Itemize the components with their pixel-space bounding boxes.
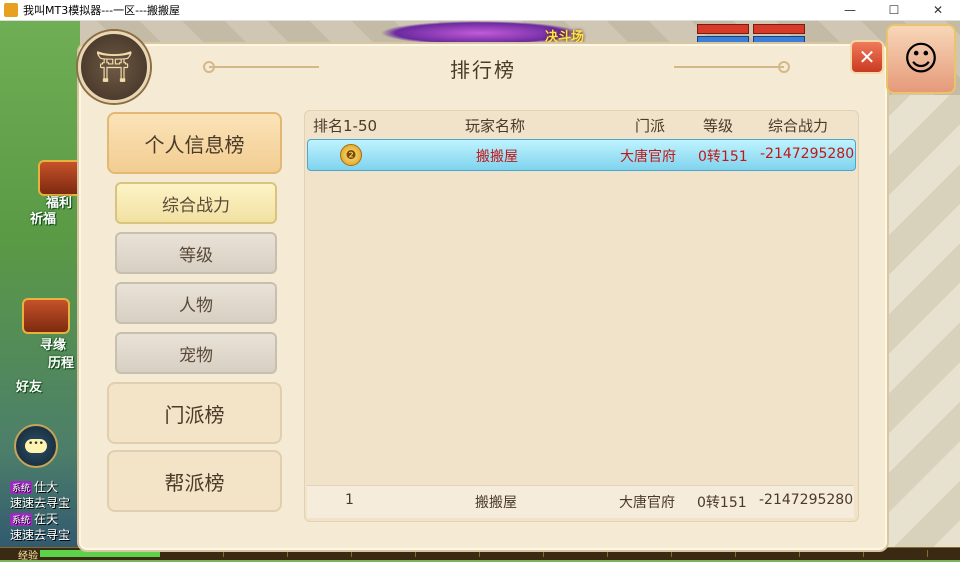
row-player-name: 搬搬屋 [476, 149, 518, 165]
fate-label: 寻缘 [40, 338, 67, 353]
panel-close-button[interactable]: ✕ [850, 40, 884, 74]
tab-guild-ranking[interactable]: 帮派榜 [107, 450, 282, 512]
header-player-name: 玩家名称 [465, 117, 526, 135]
gold-medal-icon: ❷ [340, 144, 362, 166]
system-message-2: 速速去寻宝 [10, 496, 71, 510]
chat-button[interactable]: ••• [14, 424, 58, 468]
system-message-4: 速速去寻宝 [10, 528, 71, 542]
window-close-button[interactable]: ✕ [916, 0, 960, 20]
self-combat-power: -2147295280 [759, 492, 854, 508]
minimize-button[interactable]: — [828, 0, 872, 20]
subtab-combat-power[interactable]: 综合战力 [115, 182, 277, 224]
panel-title: 排行榜 [450, 58, 516, 82]
chat-icon: ••• [25, 439, 47, 453]
table-row[interactable]: ❷ 搬搬屋 大唐官府 0转151 -2147295280 [307, 139, 856, 171]
subtab-pet[interactable]: 宠物 [115, 332, 277, 374]
header-rank: 排名1-50 [313, 117, 378, 135]
window-controls: — ☐ ✕ [828, 0, 960, 20]
ranking-table: 排名1-50 玩家名称 门派 等级 综合战力 ❷ 搬搬屋 大唐官府 0转151 … [304, 110, 859, 522]
hp-bar [697, 24, 749, 34]
friends-label[interactable]: 好友 [16, 376, 42, 395]
maximize-button[interactable]: ☐ [872, 0, 916, 20]
fate-chest-icon[interactable] [22, 298, 70, 334]
window-title: 我叫MT3模拟器---一区---搬搬屋 [23, 4, 181, 17]
subtab-level[interactable]: 等级 [115, 232, 277, 274]
history-label: 历程 [48, 356, 75, 371]
self-rank: 1 [345, 492, 354, 508]
self-player-name: 搬搬屋 [475, 495, 517, 511]
row-sect: 大唐官府 [620, 149, 676, 165]
pet-hp-bar [753, 24, 805, 34]
system-message-3: 系统 在天 [10, 512, 59, 526]
title-ornament-right [674, 61, 790, 73]
row-level: 0转151 [698, 149, 748, 165]
header-combat-power: 综合战力 [768, 117, 829, 135]
system-tag: 系统 [10, 481, 33, 494]
window-title-bar: 我叫MT3模拟器---一区---搬搬屋 — ☐ ✕ [0, 0, 960, 21]
self-level: 0转151 [697, 495, 747, 511]
pray-label: 祈福 [30, 212, 57, 227]
self-sect: 大唐官府 [619, 495, 675, 511]
tab-sect-ranking[interactable]: 门派榜 [107, 382, 282, 444]
subtab-character[interactable]: 人物 [115, 282, 277, 324]
header-level: 等级 [703, 117, 734, 135]
header-sect: 门派 [635, 117, 666, 135]
tab-personal-info[interactable]: 个人信息榜 [107, 112, 282, 174]
leaderboard-emblem-icon: ⛩ [78, 31, 150, 103]
system-tag: 系统 [10, 513, 33, 526]
player-avatar[interactable]: ☺ [886, 24, 956, 94]
row-combat-power: -2147295280 [760, 146, 855, 162]
table-header: 排名1-50 玩家名称 门派 等级 综合战力 [305, 111, 858, 137]
self-rank-row: 1 搬搬屋 大唐官府 0转151 -2147295280 [307, 485, 854, 518]
game-scene-right [882, 95, 960, 560]
app-icon [4, 3, 18, 17]
system-message-1: 系统 仕大 [10, 480, 59, 494]
